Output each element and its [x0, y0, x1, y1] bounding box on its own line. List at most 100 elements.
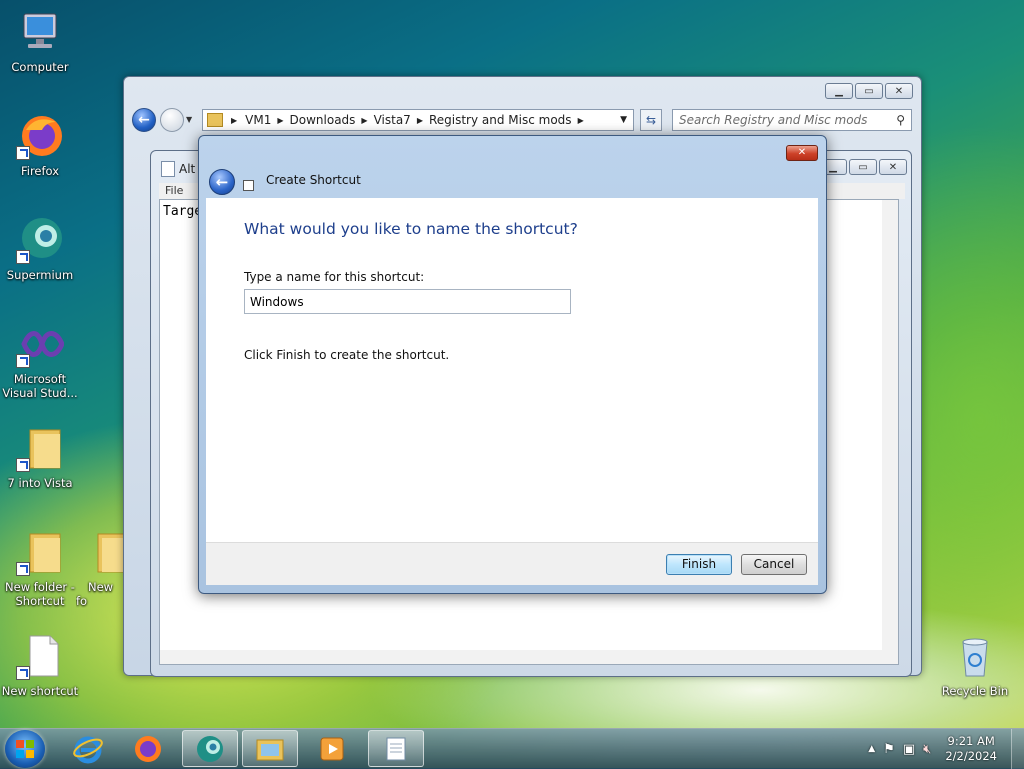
clock[interactable]: 9:21 AM 2/2/2024	[945, 734, 997, 764]
forward-button[interactable]	[160, 108, 184, 132]
computer-icon	[16, 8, 64, 56]
taskbar-supermium[interactable]	[182, 730, 238, 767]
desktop-icon-label: New shortcut	[1, 684, 79, 698]
chevron-right-icon[interactable]: ▶	[361, 116, 367, 125]
shortcut-arrow-icon	[16, 250, 30, 264]
desktop-icon-new-folder-shortcut[interactable]: New folder - Shortcut	[0, 528, 80, 608]
taskbar-explorer[interactable]	[242, 730, 298, 767]
back-arrow-icon[interactable]: ←	[209, 169, 235, 195]
minimize-button[interactable]: ▁	[825, 83, 853, 99]
chevron-right-icon[interactable]: ▶	[578, 116, 584, 125]
taskbar-internet-explorer[interactable]	[60, 730, 116, 767]
folder-icon	[256, 739, 284, 760]
firefox-icon	[16, 112, 64, 160]
close-button[interactable]: ✕	[879, 159, 907, 175]
folder-icon	[207, 113, 223, 127]
desktop-icon-supermium[interactable]: Supermium	[0, 216, 80, 282]
blank-file-icon	[16, 632, 64, 680]
chevron-right-icon[interactable]: ▶	[277, 116, 283, 125]
taskbar-firefox[interactable]	[120, 730, 176, 767]
dialog-heading: What would you like to name the shortcut…	[244, 220, 578, 238]
desktop-icon-label: Firefox	[20, 164, 60, 178]
search-input[interactable]: Search Registry and Misc mods ⚲	[672, 109, 912, 131]
shortcut-arrow-icon	[16, 354, 30, 368]
desktop-icon-visual-studio[interactable]: Microsoft Visual Stud...	[0, 320, 80, 400]
finish-button[interactable]: Finish	[666, 554, 732, 575]
taskbar-media-player[interactable]	[304, 730, 360, 767]
dialog-title: Create Shortcut	[266, 173, 361, 187]
folder-icon	[16, 424, 64, 472]
network-icon[interactable]: ▣	[903, 742, 915, 757]
back-button[interactable]: ←	[132, 108, 156, 132]
notepad-icon	[386, 737, 406, 760]
shortcut-name-input[interactable]	[244, 289, 571, 314]
clock-date: 2/2/2024	[945, 749, 997, 763]
taskbar: ▲ ⚑ ▣ 🔇︎ 9:21 AM 2/2/2024	[0, 728, 1024, 769]
firefox-icon	[135, 735, 161, 762]
notepad-icon	[161, 161, 175, 177]
refresh-icon[interactable]: ⇆	[640, 109, 662, 131]
shortcut-icon	[243, 180, 254, 191]
action-center-flag-icon[interactable]: ⚑	[883, 742, 895, 757]
breadcrumb-item[interactable]: Vista7	[374, 113, 411, 127]
desktop-icon-computer[interactable]: Computer	[0, 8, 80, 74]
desktop-icon-firefox[interactable]: Firefox	[0, 112, 80, 178]
desktop-icon-label: Supermium	[6, 268, 74, 282]
vertical-scrollbar[interactable]	[882, 200, 898, 664]
recycle-bin-icon	[951, 632, 999, 680]
notepad-title-bar: Alt	[161, 161, 195, 177]
recent-pages-chevron-icon[interactable]: ▼	[186, 115, 192, 124]
shortcut-name-label: Type a name for this shortcut:	[244, 270, 425, 284]
shortcut-arrow-icon	[16, 146, 30, 160]
supermium-icon	[197, 735, 223, 762]
search-icon[interactable]: ⚲	[896, 113, 905, 127]
system-tray: ▲ ⚑ ▣ 🔇︎ 9:21 AM 2/2/2024	[864, 729, 1024, 769]
folder-icon	[16, 528, 64, 576]
cancel-button[interactable]: Cancel	[741, 554, 807, 575]
breadcrumb-item[interactable]: Registry and Misc mods	[429, 113, 572, 127]
internet-explorer-icon	[73, 736, 103, 763]
windows-logo-icon	[16, 740, 34, 758]
clock-time: 9:21 AM	[947, 734, 995, 748]
maximize-button[interactable]: ▭	[855, 83, 883, 99]
desktop-icon-label: Computer	[11, 60, 69, 74]
breadcrumb-item[interactable]: VM1	[245, 113, 271, 127]
taskbar-notepad[interactable]	[368, 730, 424, 767]
maximize-button[interactable]: ▭	[849, 159, 877, 175]
close-button[interactable]: ✕	[885, 83, 913, 99]
show-desktop-button[interactable]	[1011, 729, 1024, 769]
supermium-icon	[16, 216, 64, 264]
shortcut-arrow-icon	[16, 666, 30, 680]
notepad-caption-buttons: ▁ ▭ ✕	[819, 159, 907, 175]
desktop-icon-label: New folder - Shortcut	[5, 580, 75, 608]
dialog-content: What would you like to name the shortcut…	[206, 198, 818, 585]
shortcut-arrow-icon	[16, 562, 30, 576]
volume-muted-icon[interactable]: 🔇︎	[923, 742, 931, 757]
desktop-icon-7-into-vista[interactable]: 7 into Vista	[0, 424, 80, 490]
notepad-title: Alt	[179, 162, 196, 176]
explorer-navbar: ← ▼ ▶ VM1 ▶ Downloads ▶ Vista7 ▶ Registr…	[132, 107, 913, 135]
search-placeholder: Search Registry and Misc mods	[679, 113, 868, 127]
folder-icon	[84, 528, 126, 576]
horizontal-scrollbar[interactable]	[160, 650, 898, 664]
close-button[interactable]: ✕	[786, 145, 818, 161]
desktop-icon-new-folder[interactable]: New fo	[76, 528, 126, 608]
start-button[interactable]	[5, 730, 45, 768]
desktop-icon-new-shortcut[interactable]: New shortcut	[0, 632, 80, 698]
visual-studio-icon	[16, 320, 65, 368]
address-dropdown-icon[interactable]: ▼	[620, 115, 627, 125]
desktop-icon-label: Recycle Bin	[941, 684, 1009, 698]
finish-hint-text: Click Finish to create the shortcut.	[244, 348, 450, 362]
create-shortcut-dialog[interactable]: ✕ ← Create Shortcut What would you like …	[198, 135, 827, 594]
show-hidden-icons-chevron-icon[interactable]: ▲	[868, 744, 875, 754]
address-bar[interactable]: ▶ VM1 ▶ Downloads ▶ Vista7 ▶ Registry an…	[202, 109, 634, 131]
breadcrumb-item[interactable]: Downloads	[290, 113, 356, 127]
shortcut-arrow-icon	[16, 458, 30, 472]
desktop-icon-label: Microsoft Visual Stud...	[2, 372, 78, 400]
media-player-icon	[320, 737, 344, 760]
desktop-icon-recycle-bin[interactable]: Recycle Bin	[935, 632, 1015, 698]
chevron-right-icon[interactable]: ▶	[417, 116, 423, 125]
desktop-icon-label: 7 into Vista	[7, 476, 73, 490]
chevron-right-icon: ▶	[231, 115, 238, 125]
menu-file[interactable]: File	[165, 184, 183, 197]
